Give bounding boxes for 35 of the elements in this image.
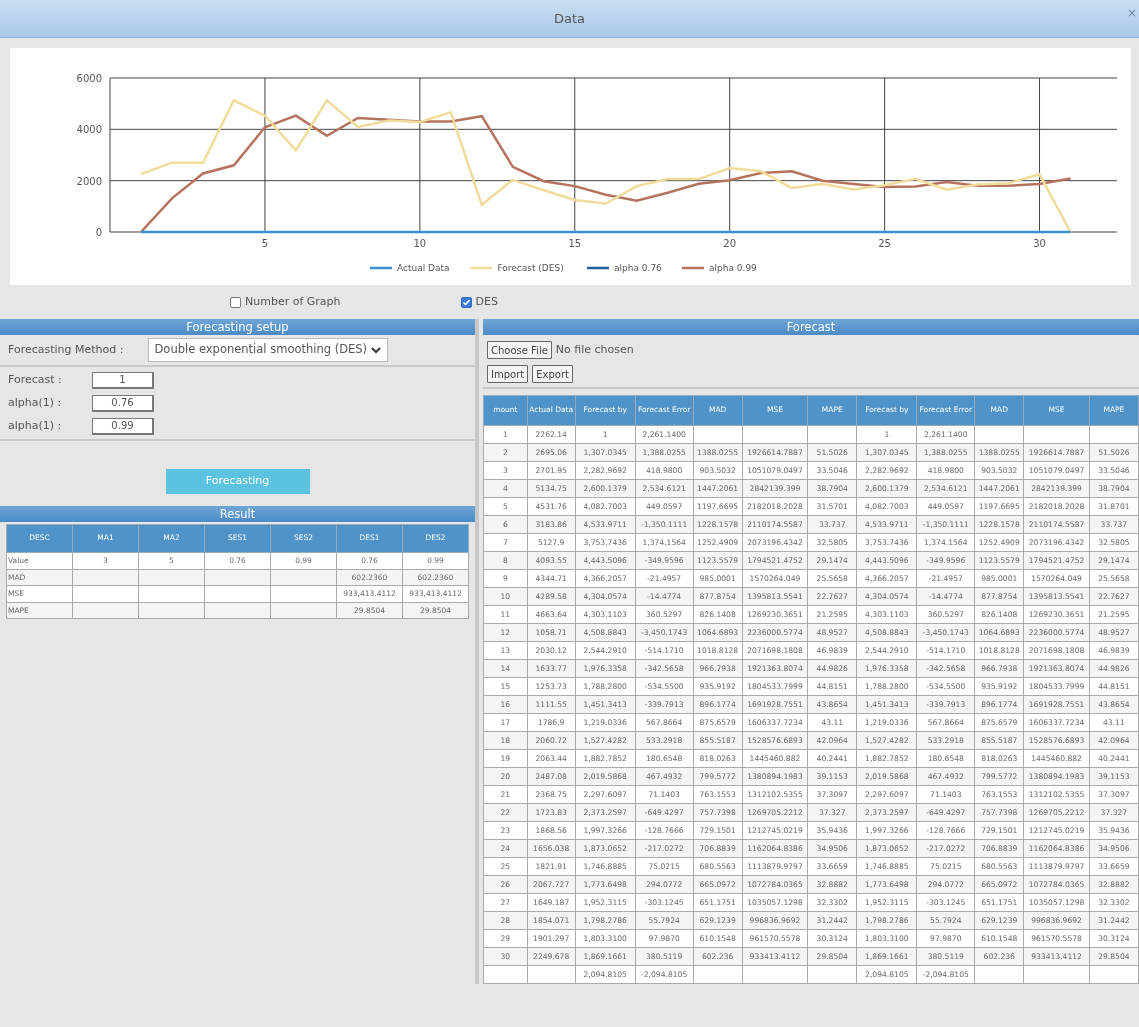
axis-tick-label: 10 (413, 238, 427, 249)
axis-tick-label: 6000 (76, 73, 102, 84)
chevron-icon (371, 346, 382, 354)
input-field[interactable]: 1 (92, 371, 154, 389)
input-field[interactable]: 0.99 (92, 417, 154, 435)
axis-tick-label: 30 (1033, 238, 1046, 249)
window-title: Data (553, 9, 585, 28)
import-button[interactable]: Import (487, 365, 529, 383)
axis-tick-label: 20 (723, 238, 737, 249)
legend-label: Forecast (DES) (497, 263, 564, 273)
checkbox-label: Number of Graph (245, 293, 341, 310)
panel-header: Forecasting setup (0, 319, 475, 335)
panel-header: Result (0, 506, 475, 522)
axis-tick-label: 15 (568, 238, 582, 249)
method-dropdown[interactable]: Double exponential smoothing (DES) (147, 338, 389, 362)
file-status: No file chosen (555, 341, 634, 358)
panel-header: Forecast (483, 319, 1139, 335)
checkbox-label: DES (475, 293, 498, 310)
legend-label: alpha 0.99 (709, 263, 757, 273)
field-label: Forecast : (8, 371, 63, 388)
input-field[interactable]: 0.76 (92, 394, 154, 412)
field-label: alpha(1) : (8, 394, 63, 411)
axis-tick-label: 25 (878, 238, 891, 249)
checkbox[interactable] (230, 296, 241, 308)
choose-file-button[interactable]: Choose File (487, 341, 552, 359)
axis-tick-label: 4000 (76, 124, 102, 136)
field-label: alpha(1) : (8, 417, 63, 434)
axis-tick-label: 2000 (76, 175, 102, 187)
axis-tick-label: 0 (95, 227, 102, 238)
checkbox[interactable] (460, 296, 472, 308)
export-button[interactable]: Export (532, 365, 573, 383)
legend-label: Actual Data (397, 263, 450, 273)
legend-label: alpha 0.76 (614, 263, 662, 273)
axis-tick-label: 5 (261, 238, 269, 249)
field-label: Forecasting Method : (8, 341, 124, 358)
